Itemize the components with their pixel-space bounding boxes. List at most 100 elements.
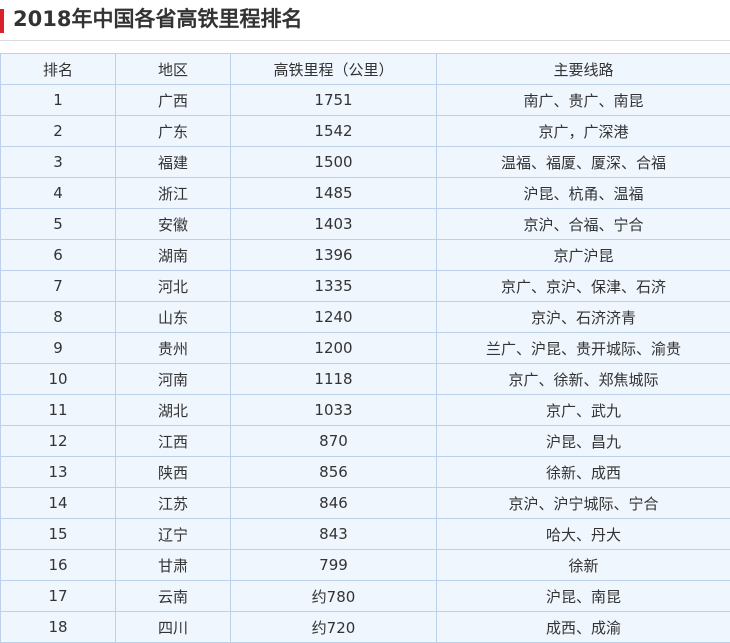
region-cell: 甘肃 <box>116 550 231 581</box>
table-row: 9贵州1200兰广、沪昆、贵开城际、渝贵 <box>1 333 730 364</box>
main-lines-cell: 京沪、石济济青 <box>437 302 730 333</box>
mileage-cell: 1240 <box>231 302 437 333</box>
main-lines-cell: 京广沪昆 <box>437 240 730 271</box>
rank-cell: 14 <box>1 488 116 519</box>
rank-cell: 8 <box>1 302 116 333</box>
region-cell: 江西 <box>116 426 231 457</box>
mileage-cell: 1118 <box>231 364 437 395</box>
table-row: 5安徽1403京沪、合福、宁合 <box>1 209 730 240</box>
mileage-cell: 1033 <box>231 395 437 426</box>
mileage-cell: 约720 <box>231 612 437 643</box>
region-cell: 河北 <box>116 271 231 302</box>
table-row: 13陕西856徐新、成西 <box>1 457 730 488</box>
table-row: 12江西870沪昆、昌九 <box>1 426 730 457</box>
main-lines-cell: 徐新 <box>437 550 730 581</box>
table-row: 6湖南1396京广沪昆 <box>1 240 730 271</box>
region-cell: 湖南 <box>116 240 231 271</box>
region-cell: 四川 <box>116 612 231 643</box>
mileage-cell: 799 <box>231 550 437 581</box>
table-row: 2广东1542京广，广深港 <box>1 116 730 147</box>
mileage-cell: 1403 <box>231 209 437 240</box>
mileage-cell: 846 <box>231 488 437 519</box>
region-cell: 湖北 <box>116 395 231 426</box>
table-row: 4浙江1485沪昆、杭甬、温福 <box>1 178 730 209</box>
main-lines-cell: 徐新、成西 <box>437 457 730 488</box>
main-lines-cell: 沪昆、南昆 <box>437 581 730 612</box>
header-rank: 排名 <box>1 54 116 85</box>
region-cell: 辽宁 <box>116 519 231 550</box>
region-cell: 广西 <box>116 85 231 116</box>
rank-cell: 17 <box>1 581 116 612</box>
table-header-row: 排名 地区 高铁里程（公里） 主要线路 <box>1 54 730 85</box>
region-cell: 云南 <box>116 581 231 612</box>
region-cell: 贵州 <box>116 333 231 364</box>
main-lines-cell: 京沪、沪宁城际、宁合 <box>437 488 730 519</box>
rank-cell: 12 <box>1 426 116 457</box>
rank-cell: 6 <box>1 240 116 271</box>
page-title: 2018年中国各省高铁里程排名 <box>13 4 302 34</box>
rank-cell: 11 <box>1 395 116 426</box>
table-row: 7河北1335京广、京沪、保津、石济 <box>1 271 730 302</box>
rank-cell: 18 <box>1 612 116 643</box>
table-row: 17云南约780沪昆、南昆 <box>1 581 730 612</box>
rank-cell: 10 <box>1 364 116 395</box>
main-lines-cell: 京广、京沪、保津、石济 <box>437 271 730 302</box>
region-cell: 陕西 <box>116 457 231 488</box>
region-cell: 浙江 <box>116 178 231 209</box>
region-cell: 广东 <box>116 116 231 147</box>
mileage-cell: 1542 <box>231 116 437 147</box>
region-cell: 福建 <box>116 147 231 178</box>
main-lines-cell: 哈大、丹大 <box>437 519 730 550</box>
rank-cell: 3 <box>1 147 116 178</box>
table-body: 1广西1751南广、贵广、南昆2广东1542京广，广深港3福建1500温福、福厦… <box>1 85 730 643</box>
main-lines-cell: 沪昆、昌九 <box>437 426 730 457</box>
region-cell: 安徽 <box>116 209 231 240</box>
table-row: 15辽宁843哈大、丹大 <box>1 519 730 550</box>
mileage-cell: 856 <box>231 457 437 488</box>
table-row: 1广西1751南广、贵广、南昆 <box>1 85 730 116</box>
rank-cell: 7 <box>1 271 116 302</box>
main-lines-cell: 温福、福厦、厦深、合福 <box>437 147 730 178</box>
table-row: 14江苏846京沪、沪宁城际、宁合 <box>1 488 730 519</box>
mileage-cell: 1485 <box>231 178 437 209</box>
region-cell: 山东 <box>116 302 231 333</box>
mileage-cell: 843 <box>231 519 437 550</box>
rank-cell: 1 <box>1 85 116 116</box>
header-mileage: 高铁里程（公里） <box>231 54 437 85</box>
region-cell: 江苏 <box>116 488 231 519</box>
main-lines-cell: 南广、贵广、南昆 <box>437 85 730 116</box>
main-lines-cell: 成西、成渝 <box>437 612 730 643</box>
mileage-cell: 1751 <box>231 85 437 116</box>
mileage-cell: 约780 <box>231 581 437 612</box>
table-row: 16甘肃799徐新 <box>1 550 730 581</box>
mileage-cell: 1335 <box>231 271 437 302</box>
rank-cell: 16 <box>1 550 116 581</box>
region-cell: 河南 <box>116 364 231 395</box>
rank-cell: 15 <box>1 519 116 550</box>
title-bar: 2018年中国各省高铁里程排名 <box>0 0 730 41</box>
rank-cell: 4 <box>1 178 116 209</box>
table-row: 10河南1118京广、徐新、郑焦城际 <box>1 364 730 395</box>
main-lines-cell: 兰广、沪昆、贵开城际、渝贵 <box>437 333 730 364</box>
table-row: 3福建1500温福、福厦、厦深、合福 <box>1 147 730 178</box>
rank-cell: 5 <box>1 209 116 240</box>
main-lines-cell: 京沪、合福、宁合 <box>437 209 730 240</box>
main-lines-cell: 京广，广深港 <box>437 116 730 147</box>
rank-cell: 2 <box>1 116 116 147</box>
header-region: 地区 <box>116 54 231 85</box>
main-lines-cell: 沪昆、杭甬、温福 <box>437 178 730 209</box>
mileage-cell: 870 <box>231 426 437 457</box>
table-row: 11湖北1033京广、武九 <box>1 395 730 426</box>
main-lines-cell: 京广、徐新、郑焦城际 <box>437 364 730 395</box>
ranking-table: 排名 地区 高铁里程（公里） 主要线路 1广西1751南广、贵广、南昆2广东15… <box>0 53 730 643</box>
title-accent-mark <box>0 9 4 33</box>
main-lines-cell: 京广、武九 <box>437 395 730 426</box>
mileage-cell: 1200 <box>231 333 437 364</box>
mileage-cell: 1500 <box>231 147 437 178</box>
header-main-lines: 主要线路 <box>437 54 730 85</box>
table-row: 18四川约720成西、成渝 <box>1 612 730 643</box>
table-row: 8山东1240京沪、石济济青 <box>1 302 730 333</box>
rank-cell: 13 <box>1 457 116 488</box>
mileage-cell: 1396 <box>231 240 437 271</box>
rank-cell: 9 <box>1 333 116 364</box>
